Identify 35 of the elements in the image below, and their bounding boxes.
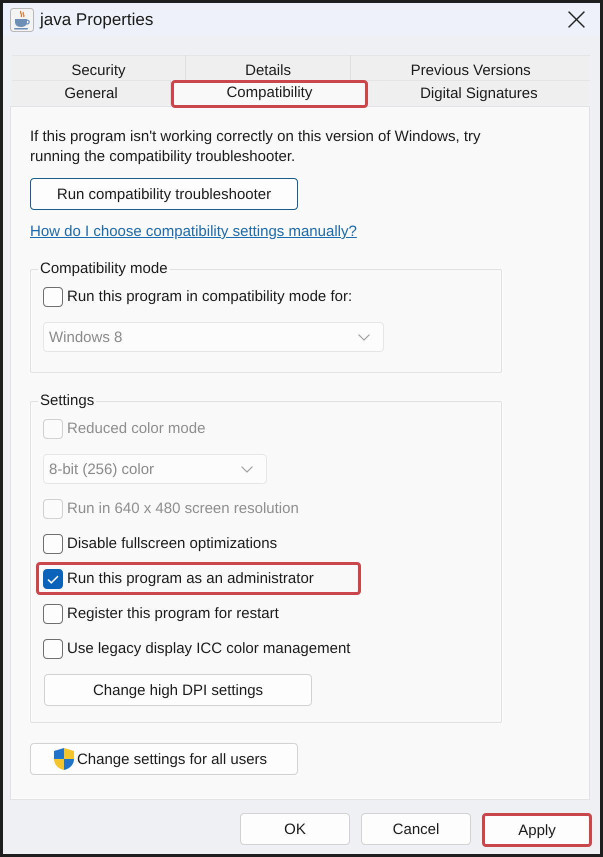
dialog-button[interactable]: Apply [482, 813, 592, 847]
help-link[interactable]: How do I choose compatibility settings manually? [30, 222, 357, 242]
intro-text: If this program isn't working correctly on this version of Windows, try running the compatibility troubleshooter. [30, 127, 482, 167]
checkbox[interactable] [43, 604, 63, 624]
checkbox-label: Register this program for restart [67, 604, 279, 624]
shield-icon [52, 747, 75, 771]
tab[interactable]: Compatibility [171, 80, 368, 108]
troubleshooter-button[interactable]: Run compatibility troubleshooter [30, 178, 298, 210]
group-title: Compatibility mode [38, 259, 170, 279]
checkbox[interactable] [43, 639, 63, 659]
dpi-settings-button[interactable]: Change high DPI settings [44, 674, 312, 706]
checkbox[interactable] [43, 534, 63, 554]
dialog-button[interactable]: Cancel [361, 813, 471, 845]
checkbox-label: Run in 640 x 480 screen resolution [67, 499, 299, 519]
tab[interactable]: Details [186, 55, 352, 80]
checkbox-label: Reduced color mode [67, 419, 206, 439]
coffee-cup-icon [10, 8, 34, 32]
all-users-button[interactable]: Change settings for all users [30, 743, 298, 775]
window-title: java Properties [40, 10, 154, 30]
tab[interactable]: Security [12, 55, 186, 80]
checkbox-label: Use legacy display ICC color management [67, 639, 350, 659]
tab[interactable]: General [12, 80, 172, 105]
checkbox[interactable] [43, 287, 63, 307]
close-icon [568, 11, 584, 28]
checkbox-label: Disable fullscreen optimizations [67, 534, 278, 554]
group-title: Settings [38, 391, 96, 411]
checkbox-label: Run this program in compatibility mode for: [67, 287, 352, 307]
checkbox-label: Run this program as an administrator [67, 569, 314, 589]
tab[interactable]: Previous Versions [351, 55, 590, 80]
chevron-down-icon [358, 334, 370, 340]
chevron-down-icon [241, 466, 253, 472]
dialog-button[interactable]: OK [240, 813, 350, 845]
tab[interactable]: Digital Signatures [368, 80, 590, 105]
checkmark-icon [47, 574, 59, 584]
checkbox[interactable] [43, 569, 63, 589]
